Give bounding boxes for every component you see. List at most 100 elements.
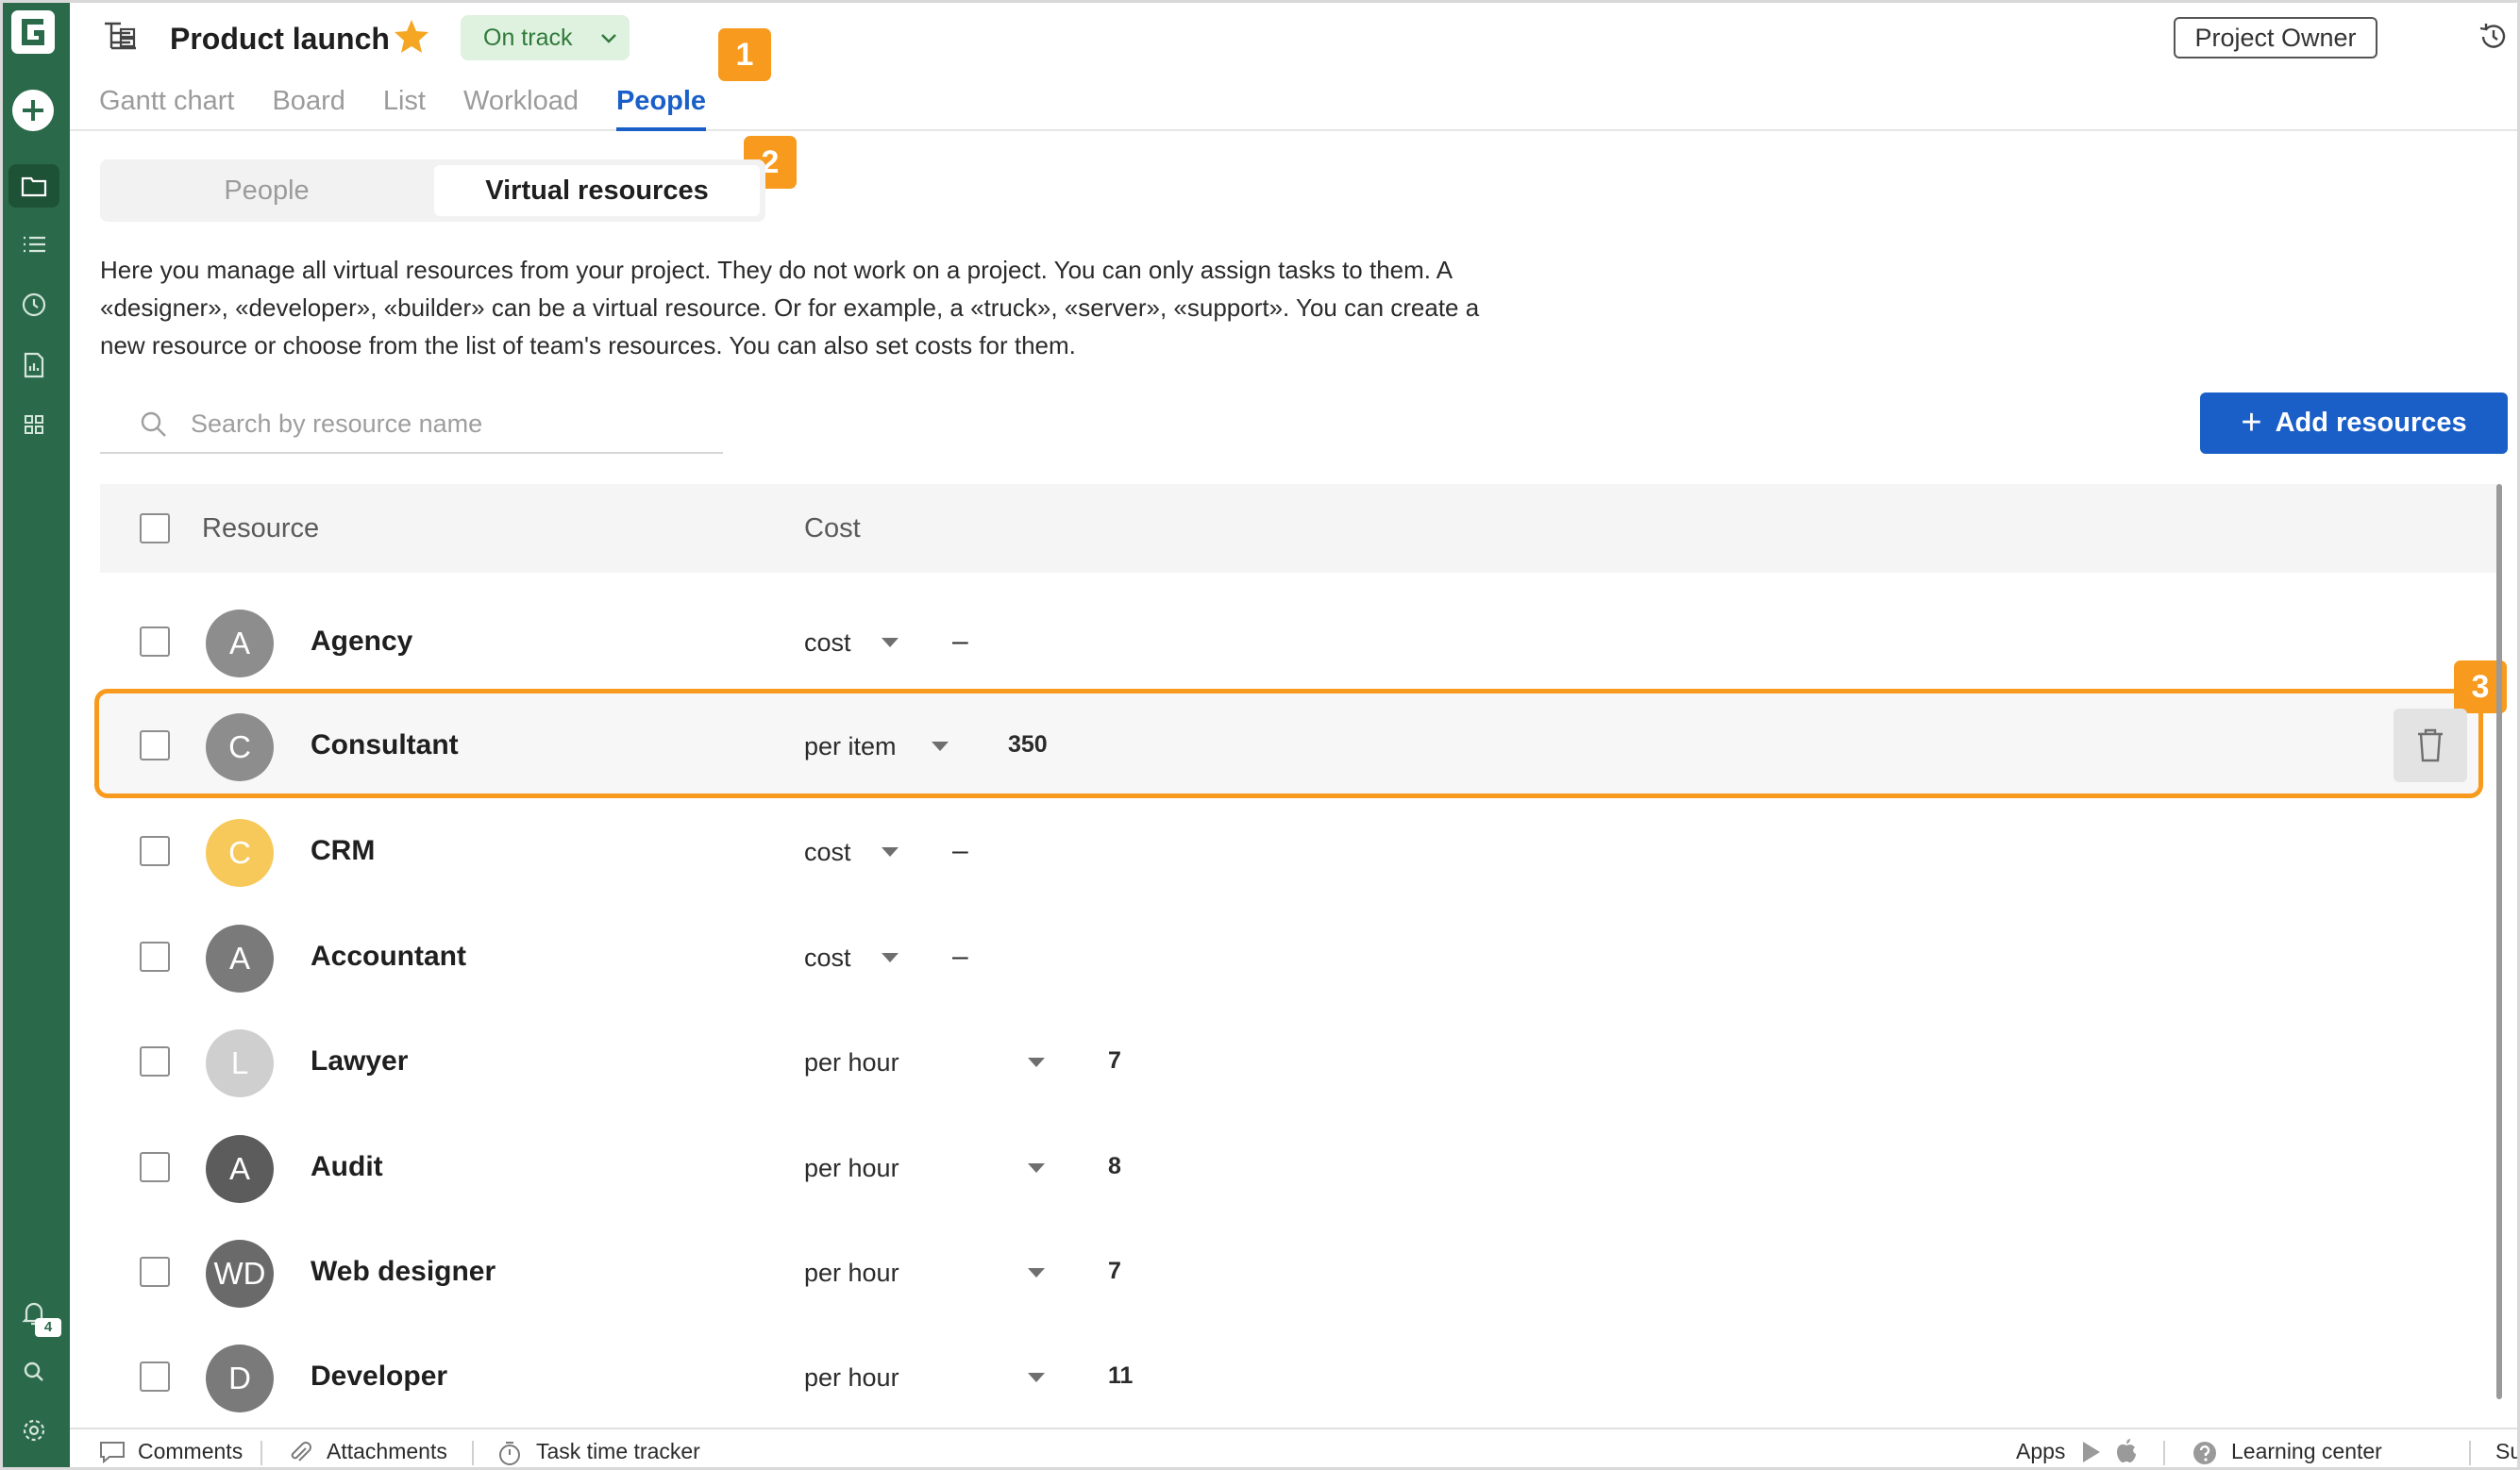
- row-checkbox[interactable]: [140, 626, 170, 657]
- row-checkbox[interactable]: [140, 1152, 170, 1182]
- caret-down-icon[interactable]: [1026, 1056, 1047, 1069]
- table-row[interactable]: A Audit per hour 8: [100, 1114, 2497, 1219]
- table-row[interactable]: C Consultant per item 350: [100, 693, 2497, 797]
- divider: [2469, 1441, 2471, 1465]
- row-checkbox[interactable]: [140, 730, 170, 760]
- row-checkbox[interactable]: [140, 1257, 170, 1287]
- caret-down-icon[interactable]: [880, 951, 900, 964]
- select-all-checkbox[interactable]: [140, 513, 170, 543]
- caret-down-icon[interactable]: [1026, 1371, 1047, 1384]
- table-row[interactable]: L Lawyer per hour 7: [100, 1009, 2497, 1113]
- table-row[interactable]: WD Web designer per hour 7: [100, 1219, 2497, 1324]
- add-resources-button[interactable]: + Add resources: [2200, 393, 2508, 454]
- delete-resource-button[interactable]: [2394, 709, 2467, 782]
- ganttpro-logo-icon[interactable]: [11, 10, 55, 54]
- learning-center-link[interactable]: Learning center: [2192, 1429, 2382, 1467]
- cost-value[interactable]: 7: [1108, 1009, 1121, 1113]
- table-scrollbar[interactable]: [2496, 484, 2502, 1399]
- cost-value[interactable]: 7: [1108, 1219, 1121, 1324]
- column-header-cost[interactable]: Cost: [804, 484, 861, 573]
- project-tree-icon: [102, 20, 140, 58]
- caret-down-icon[interactable]: [1026, 1266, 1047, 1279]
- search-input[interactable]: [191, 403, 700, 444]
- caret-down-icon[interactable]: [930, 740, 950, 753]
- cost-type-select[interactable]: per hour: [804, 1326, 899, 1430]
- cost-type-select[interactable]: per hour: [804, 1116, 899, 1221]
- comments-button[interactable]: Comments: [98, 1429, 243, 1467]
- row-checkbox[interactable]: [140, 836, 170, 866]
- chevron-down-icon: [601, 34, 616, 43]
- table-header: Resource Cost: [100, 484, 2497, 573]
- avatar: C: [206, 713, 274, 781]
- project-title[interactable]: Product launch: [170, 20, 390, 58]
- tab-people[interactable]: People: [615, 82, 707, 131]
- clock-icon[interactable]: [8, 283, 59, 326]
- apps-grid-icon[interactable]: [8, 403, 59, 446]
- cost-value[interactable]: –: [952, 798, 968, 903]
- cost-value[interactable]: –: [952, 904, 968, 1009]
- learning-center-label: Learning center: [2231, 1439, 2382, 1463]
- table-row[interactable]: A Agency cost –: [100, 589, 2497, 693]
- list-icon[interactable]: [8, 223, 59, 266]
- tab-workload[interactable]: Workload: [463, 82, 579, 131]
- avatar: L: [206, 1029, 274, 1097]
- cost-value[interactable]: 350: [1008, 693, 1048, 797]
- caret-down-icon[interactable]: [880, 845, 900, 859]
- bottom-toolbar: Comments Attachments Task time tracker A…: [70, 1428, 2517, 1467]
- paperclip-icon: [291, 1442, 311, 1462]
- resource-name[interactable]: Agency: [311, 589, 412, 693]
- cost-value[interactable]: 11: [1108, 1324, 1133, 1428]
- divider: [260, 1441, 262, 1465]
- task-time-tracker-button[interactable]: Task time tracker: [496, 1429, 700, 1467]
- projects-folder-icon[interactable]: [8, 164, 59, 208]
- cost-type-select[interactable]: cost: [804, 800, 851, 905]
- apple-icon[interactable]: [2114, 1438, 2139, 1464]
- table-row[interactable]: A Accountant cost –: [100, 904, 2497, 1009]
- search-icon[interactable]: [8, 1350, 59, 1394]
- avatar: A: [206, 610, 274, 677]
- cost-type-select[interactable]: per hour: [804, 1011, 899, 1115]
- google-play-icon[interactable]: [2080, 1440, 2103, 1464]
- caret-down-icon[interactable]: [1026, 1161, 1047, 1175]
- table-row[interactable]: D Developer per hour 11: [100, 1324, 2497, 1428]
- cost-value[interactable]: –: [952, 589, 968, 693]
- resource-name[interactable]: Lawyer: [311, 1009, 408, 1113]
- apps-link[interactable]: Apps: [2016, 1429, 2065, 1467]
- tab-gantt-chart[interactable]: Gantt chart: [99, 82, 234, 131]
- caret-down-icon[interactable]: [880, 636, 900, 649]
- cost-type-select[interactable]: cost: [804, 906, 851, 1011]
- cost-type-select[interactable]: cost: [804, 591, 851, 695]
- resource-name[interactable]: Accountant: [311, 904, 466, 1009]
- row-checkbox[interactable]: [140, 942, 170, 972]
- cost-value[interactable]: 8: [1108, 1114, 1121, 1219]
- row-checkbox[interactable]: [140, 1046, 170, 1077]
- project-owner-badge[interactable]: Project Owner: [2174, 17, 2377, 58]
- segment-people[interactable]: People: [106, 165, 428, 216]
- column-header-resource[interactable]: Resource: [202, 484, 319, 573]
- resource-name[interactable]: Web designer: [311, 1219, 496, 1324]
- resource-name[interactable]: CRM: [311, 798, 375, 903]
- project-status-dropdown[interactable]: On track: [461, 15, 630, 60]
- time-tracker-label: Task time tracker: [536, 1439, 700, 1463]
- create-plus-icon[interactable]: [12, 90, 54, 131]
- tab-list[interactable]: List: [383, 82, 426, 131]
- callout-marker-1: 1: [718, 28, 771, 81]
- attachments-button[interactable]: Attachments: [287, 1429, 447, 1467]
- support-link[interactable]: Support: [2495, 1429, 2517, 1467]
- table-row[interactable]: C CRM cost –: [100, 798, 2497, 903]
- tab-board[interactable]: Board: [272, 82, 344, 131]
- segment-virtual-resources[interactable]: Virtual resources: [434, 165, 760, 216]
- resource-name[interactable]: Consultant: [311, 693, 459, 797]
- comment-icon: [100, 1442, 125, 1464]
- row-checkbox[interactable]: [140, 1361, 170, 1392]
- cost-type-select[interactable]: per item: [804, 694, 897, 799]
- report-icon[interactable]: [8, 343, 59, 387]
- settings-gear-icon[interactable]: [8, 1409, 59, 1452]
- resource-name[interactable]: Developer: [311, 1324, 447, 1428]
- favorite-star-icon[interactable]: [393, 18, 430, 58]
- avatar: C: [206, 819, 274, 887]
- resource-name[interactable]: Audit: [311, 1114, 383, 1219]
- status-label: On track: [483, 25, 573, 51]
- history-icon[interactable]: [2477, 20, 2511, 58]
- cost-type-select[interactable]: per hour: [804, 1221, 899, 1326]
